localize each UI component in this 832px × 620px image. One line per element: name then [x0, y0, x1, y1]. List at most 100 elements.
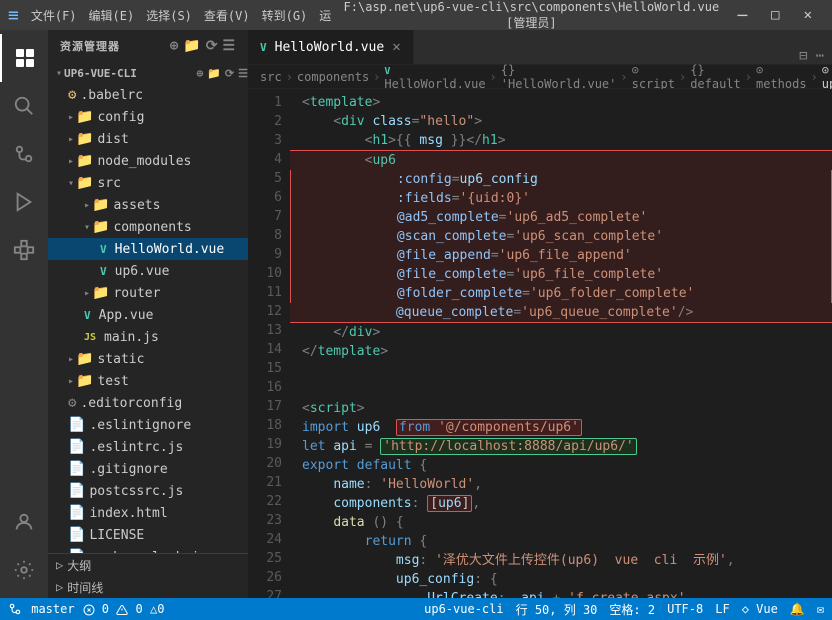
- code-line-8: @scan_complete='up6_scan_complete': [290, 227, 832, 246]
- code-line-17: <script>: [290, 399, 832, 418]
- new-folder-icon[interactable]: 📁: [183, 38, 201, 54]
- tab-close-icon[interactable]: ✕: [392, 39, 400, 55]
- source-control-activity-icon[interactable]: [0, 130, 48, 178]
- helloworld-label: HelloWorld.vue: [115, 242, 225, 257]
- tree-appvue[interactable]: V App.vue: [48, 304, 248, 326]
- eol-status[interactable]: LF: [715, 602, 729, 616]
- tree-up6vue[interactable]: V up6.vue: [48, 260, 248, 282]
- menu-select[interactable]: 选择(S): [140, 7, 198, 24]
- postcssrc-icon: 📄: [68, 483, 85, 499]
- config-label: config: [97, 110, 144, 125]
- tree-editorconfig[interactable]: ⚙ .editorconfig: [48, 392, 248, 414]
- ln-14: 14: [248, 340, 282, 359]
- code-line-7: @ad5_complete='up6_ad5_complete': [290, 208, 832, 227]
- tree-indexhtml[interactable]: 📄 index.html: [48, 502, 248, 524]
- editorconfig-icon: ⚙: [68, 395, 76, 411]
- bc-src[interactable]: src: [260, 70, 282, 84]
- outline-arrow: ▷: [56, 558, 63, 572]
- menu-goto[interactable]: 转到(G): [256, 7, 314, 24]
- bc-methods[interactable]: ⊙ methods: [756, 63, 807, 91]
- tab-vue-icon: V: [260, 41, 267, 54]
- tree-test[interactable]: ▸ 📁 test: [48, 370, 248, 392]
- timeline-section[interactable]: ▷ 时间线: [48, 576, 248, 598]
- bc-sep4: ›: [620, 70, 627, 84]
- tree-config[interactable]: ▸ 📁 config: [48, 106, 248, 128]
- menu-view[interactable]: 查看(V): [198, 7, 256, 24]
- tree-static[interactable]: ▸ 📁 static: [48, 348, 248, 370]
- code-line-27: UrlCreate: api + 'f_create.aspx',: [290, 589, 832, 598]
- tab-helloworld[interactable]: V HelloWorld.vue ✕: [248, 30, 414, 64]
- root-action3[interactable]: ⟳: [225, 67, 234, 80]
- mainjs-label: main.js: [104, 330, 159, 345]
- tree-root[interactable]: ▾ UP6-VUE-CLI ⊕ 📁 ⟳ ☰: [48, 62, 248, 84]
- tree-eslintignore[interactable]: 📄 .eslintignore: [48, 414, 248, 436]
- new-file-icon[interactable]: ⊕: [170, 38, 179, 54]
- menu-run[interactable]: 运: [313, 7, 337, 24]
- tree-node-modules[interactable]: ▸ 📁 node_modules: [48, 150, 248, 172]
- code-line-15: [290, 361, 832, 380]
- bc-sep3: ›: [490, 70, 497, 84]
- bc-default[interactable]: {} default: [690, 63, 741, 91]
- bc-sep5: ›: [679, 70, 686, 84]
- minimize-button[interactable]: ─: [725, 6, 759, 25]
- tree-packagelock[interactable]: 📄 package-lock.json: [48, 546, 248, 553]
- root-action1[interactable]: ⊕: [197, 67, 204, 80]
- file-tree: ▾ UP6-VUE-CLI ⊕ 📁 ⟳ ☰ ⚙ .babelrc ▸ 📁 con…: [48, 62, 248, 553]
- tree-assets[interactable]: ▸ 📁 assets: [48, 194, 248, 216]
- tree-router[interactable]: ▸ 📁 router: [48, 282, 248, 304]
- close-button[interactable]: ✕: [792, 7, 824, 23]
- gitignore-label: .gitignore: [89, 462, 167, 477]
- settings-activity-icon[interactable]: [0, 546, 48, 594]
- menu-edit[interactable]: 编辑(E): [83, 7, 141, 24]
- code-line-20: export default {: [290, 456, 832, 475]
- status-left: master 0 0 △0: [8, 602, 164, 617]
- tree-src[interactable]: ▾ 📁 src: [48, 172, 248, 194]
- language-status[interactable]: ◇ Vue: [742, 602, 778, 616]
- collapse-icon[interactable]: ☰: [222, 38, 236, 54]
- error-status[interactable]: 0 0 △0: [83, 602, 165, 616]
- ln-26: 26: [248, 568, 282, 587]
- bc-components[interactable]: components: [297, 70, 369, 84]
- account-activity-icon[interactable]: [0, 498, 48, 546]
- ln-1: 1: [248, 93, 282, 112]
- editorconfig-label: .editorconfig: [80, 396, 182, 411]
- refresh-icon[interactable]: ⟳: [206, 38, 219, 54]
- tree-gitignore[interactable]: 📄 .gitignore: [48, 458, 248, 480]
- sidebar: 资源管理器 ⊕ 📁 ⟳ ☰ ▾ UP6-VUE-CLI ⊕ 📁 ⟳ ☰: [48, 30, 248, 598]
- sidebar-actions: ⊕ 📁 ⟳ ☰: [170, 38, 236, 54]
- maximize-button[interactable]: □: [759, 7, 791, 23]
- tree-mainjs[interactable]: JS main.js: [48, 326, 248, 348]
- spaces-status[interactable]: 空格: 2: [609, 601, 655, 618]
- tree-eslintrc[interactable]: 📄 .eslintrc.js: [48, 436, 248, 458]
- branch-status[interactable]: master: [8, 602, 75, 617]
- bc-helloworldcomp[interactable]: {} 'HelloWorld.vue': [501, 63, 617, 91]
- outline-section[interactable]: ▷ 大纲: [48, 554, 248, 576]
- code-content[interactable]: <template> <div class="hello"> <h1>{{ ms…: [290, 89, 832, 598]
- menu-file[interactable]: 文件(F): [25, 7, 83, 24]
- tree-license[interactable]: 📄 LICENSE: [48, 524, 248, 546]
- project-status[interactable]: up6-vue-cli: [424, 602, 503, 616]
- root-action4[interactable]: ☰: [238, 67, 248, 80]
- notification-icon[interactable]: 🔔: [790, 602, 805, 616]
- tree-helloworld[interactable]: V HelloWorld.vue: [48, 238, 248, 260]
- tree-dist[interactable]: ▸ 📁 dist: [48, 128, 248, 150]
- encoding-status[interactable]: UTF-8: [667, 602, 703, 616]
- position-status[interactable]: 行 50, 列 30: [516, 601, 598, 618]
- extensions-activity-icon[interactable]: [0, 226, 48, 274]
- explorer-activity-icon[interactable]: [0, 34, 48, 82]
- bc-sep2: ›: [373, 70, 380, 84]
- search-activity-icon[interactable]: [0, 82, 48, 130]
- tree-postcssrc[interactable]: 📄 postcssrc.js: [48, 480, 248, 502]
- code-line-1: <template>: [290, 93, 832, 112]
- bc-file[interactable]: V HelloWorld.vue: [384, 63, 485, 91]
- indexhtml-icon: 📄: [68, 505, 85, 521]
- root-action2[interactable]: 📁: [207, 67, 221, 80]
- ln-21: 21: [248, 473, 282, 492]
- bc-script[interactable]: ⊙ script: [632, 63, 675, 91]
- debug-activity-icon[interactable]: [0, 178, 48, 226]
- status-right: up6-vue-cli 行 50, 列 30 空格: 2 UTF-8 LF ◇ …: [424, 601, 824, 618]
- timeline-label: 时间线: [67, 579, 103, 596]
- feedback-icon[interactable]: ✉: [817, 602, 824, 616]
- tree-babelrc[interactable]: ⚙ .babelrc: [48, 84, 248, 106]
- tree-components[interactable]: ▾ 📁 components: [48, 216, 248, 238]
